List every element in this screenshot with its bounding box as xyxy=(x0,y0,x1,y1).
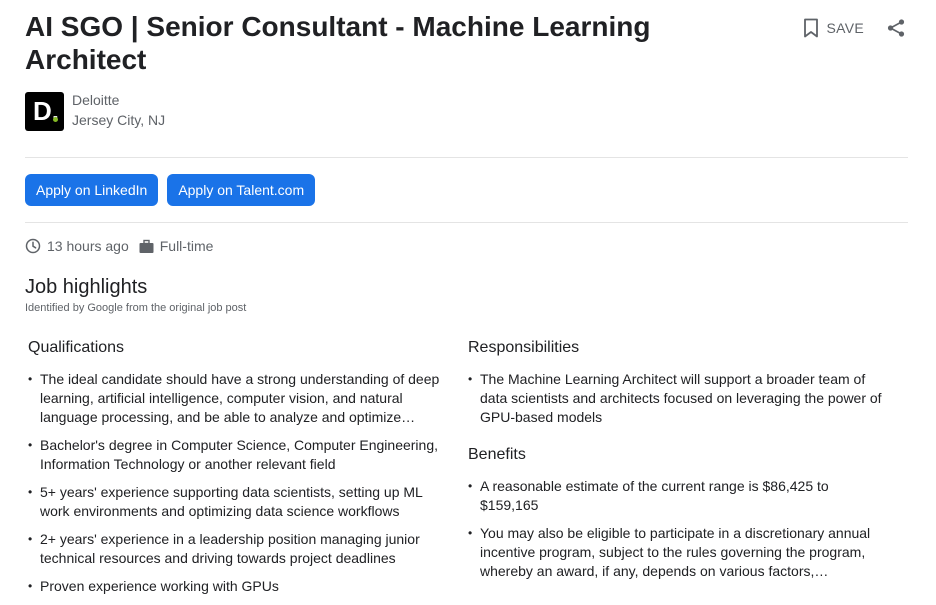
clock-icon xyxy=(25,238,47,254)
company-info: D. Deloitte Jersey City, NJ xyxy=(25,90,165,131)
apply-buttons: Apply on LinkedIn Apply on Talent.com xyxy=(25,174,324,206)
save-label: SAVE xyxy=(826,20,864,36)
qualifications-heading: Qualifications xyxy=(28,339,125,356)
responsibilities-benefits-column: Responsibilities The Machine Learning Ar… xyxy=(468,338,888,590)
company-logo-dot xyxy=(53,117,58,122)
list-item: 5+ years' experience supporting data sci… xyxy=(28,483,448,521)
company-name: Deloitte xyxy=(72,92,120,108)
responsibilities-heading: Responsibilities xyxy=(468,339,580,356)
list-item: Bachelor's degree in Computer Science, C… xyxy=(28,436,448,474)
qualifications-list: The ideal candidate should have a strong… xyxy=(28,370,448,596)
list-item: The Machine Learning Architect will supp… xyxy=(468,370,888,427)
list-item: The ideal candidate should have a strong… xyxy=(28,370,448,427)
job-location: Jersey City, NJ xyxy=(72,112,166,128)
list-item: Proven experience working with GPUs xyxy=(28,577,448,596)
bookmark-icon xyxy=(802,18,826,38)
share-button[interactable] xyxy=(886,18,906,38)
posted-time-label: 13 hours ago xyxy=(47,238,129,254)
highlights-title: Job highlights xyxy=(25,276,148,298)
apply-talent-button[interactable]: Apply on Talent.com xyxy=(167,174,316,206)
company-logo: D. xyxy=(25,92,64,131)
job-actions: SAVE xyxy=(802,18,906,38)
list-item: A reasonable estimate of the current ran… xyxy=(468,477,888,515)
benefits-list: A reasonable estimate of the current ran… xyxy=(468,477,888,581)
highlights-subtitle: Identified by Google from the original j… xyxy=(25,302,247,314)
divider xyxy=(25,157,908,158)
list-item: You may also be eligible to participate … xyxy=(468,524,888,581)
divider xyxy=(25,222,908,223)
job-title: AI SGO | Senior Consultant - Machine Lea… xyxy=(25,11,651,75)
qualifications-section: Qualifications The ideal candidate shoul… xyxy=(28,338,448,605)
apply-linkedin-button[interactable]: Apply on LinkedIn xyxy=(25,174,159,206)
job-meta: 13 hours ago Full-time xyxy=(25,238,223,254)
save-button[interactable]: SAVE xyxy=(802,18,864,38)
share-icon xyxy=(886,18,906,38)
benefits-heading: Benefits xyxy=(468,446,526,463)
employment-type: Full-time xyxy=(139,238,214,254)
list-item: 2+ years' experience in a leadership pos… xyxy=(28,530,448,568)
responsibilities-list: The Machine Learning Architect will supp… xyxy=(468,370,888,427)
posted-time: 13 hours ago xyxy=(25,238,129,254)
employment-type-label: Full-time xyxy=(159,238,214,254)
briefcase-icon xyxy=(139,239,160,254)
